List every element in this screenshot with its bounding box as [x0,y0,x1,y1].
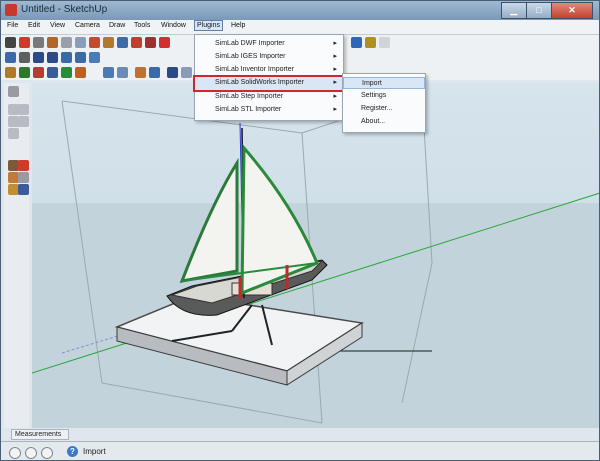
model-viewport[interactable] [32,83,599,428]
palette-arc-icon[interactable] [18,172,29,183]
left-tool-palette [4,83,29,428]
3d-text-tool-icon[interactable] [61,67,72,78]
menu-item-solidworks-importer[interactable]: SimLab SolidWorks Importer ▸ [193,75,345,92]
arc-tool-icon[interactable] [61,37,72,48]
menu-bar: File Edit View Camera Draw Tools Window … [1,20,599,35]
status-text: Import [83,447,106,456]
tape-tool-icon[interactable] [103,37,114,48]
menu-window[interactable]: Window [159,21,188,30]
scene-canvas [32,92,599,428]
previous-view-icon[interactable] [75,52,86,63]
left-view-icon[interactable] [181,67,192,78]
right-view-icon[interactable] [149,67,160,78]
submenu-about[interactable]: About... [343,116,425,128]
menu-item-iges-importer[interactable]: SimLab IGES Importer ▸ [195,51,343,64]
rotate-tool-icon[interactable] [159,37,170,48]
palette-freehand-icon[interactable] [18,184,29,195]
geo-location-icon[interactable] [9,447,21,459]
circle-tool-icon[interactable] [47,37,58,48]
share-icon[interactable] [379,37,390,48]
zoom-window-icon[interactable] [47,52,58,63]
text-tool-icon[interactable] [33,67,44,78]
back-view-icon[interactable] [167,67,178,78]
solidworks-submenu: Import Settings Register... About... [342,73,426,133]
palette-tape-icon[interactable] [18,116,29,127]
next-view-icon[interactable] [89,52,100,63]
submenu-register[interactable]: Register... [343,103,425,115]
zoom-tool-icon[interactable] [33,52,44,63]
menu-item-stl-importer[interactable]: SimLab STL Importer ▸ [195,104,343,117]
eraser-tool-icon[interactable] [89,37,100,48]
menu-tools[interactable]: Tools [132,21,152,30]
select-tool-icon[interactable] [5,37,16,48]
move-tool-icon[interactable] [131,37,142,48]
menu-edit[interactable]: Edit [26,21,42,30]
menu-camera[interactable]: Camera [73,21,102,30]
credits-icon[interactable] [25,447,37,459]
menu-draw[interactable]: Draw [107,21,127,30]
submenu-import[interactable]: Import [343,77,425,89]
menu-help[interactable]: Help [229,21,247,30]
submenu-arrow-icon: ▸ [333,66,337,73]
measurements-label: Measurements [11,429,69,440]
iso-view-icon[interactable] [103,67,114,78]
menu-file[interactable]: File [5,21,20,30]
submenu-arrow-icon: ▸ [333,106,337,113]
palette-select-icon[interactable] [8,86,19,97]
pencil-tool-icon[interactable] [19,37,30,48]
minimize-button[interactable]: ▁ [501,2,527,19]
submenu-settings[interactable]: Settings [343,90,425,102]
pushpull-tool-icon[interactable] [145,37,156,48]
submenu-arrow-icon: ▸ [333,53,337,60]
top-view-icon[interactable] [117,67,128,78]
submenu-arrow-icon: ▸ [333,40,337,47]
warehouse-icon[interactable] [351,37,362,48]
user-icon[interactable] [41,447,53,459]
section-plane-icon[interactable] [75,67,86,78]
menu-item-dwf-importer[interactable]: SimLab DWF Importer ▸ [195,38,343,51]
plugins-dropdown: SimLab DWF Importer ▸ SimLab IGES Importe… [193,34,345,121]
rectangle-tool-icon[interactable] [33,37,44,48]
menu-view[interactable]: View [48,21,67,30]
title-bar: Untitled - SketchUp ▁ □ ✕ [1,1,599,20]
submenu-arrow-icon: ▸ [333,93,337,100]
status-bar: ? Import [1,441,599,460]
window-title: Untitled - SketchUp [21,4,108,15]
sketchup-app-icon [5,4,17,16]
menu-item-step-importer[interactable]: SimLab Step Importer ▸ [195,91,343,104]
component-icon[interactable] [365,37,376,48]
help-icon[interactable]: ? [67,446,78,457]
submenu-arrow-icon: ▸ [333,79,337,86]
maximize-button[interactable]: □ [526,2,552,19]
palette-pencil-icon[interactable] [18,160,29,171]
menu-item-inventor-importer[interactable]: SimLab Inventor Importer ▸ [195,64,343,77]
paint-tool-icon[interactable] [117,37,128,48]
polygon-tool-icon[interactable] [75,37,86,48]
axes-tool-icon[interactable] [47,67,58,78]
palette-orbit-icon[interactable] [8,128,19,139]
zoom-extents-icon[interactable] [61,52,72,63]
palette-paint-icon[interactable] [18,104,29,115]
protractor-tool-icon[interactable] [19,67,30,78]
front-view-icon[interactable] [135,67,146,78]
close-button[interactable]: ✕ [551,2,593,19]
sketchup-window: Untitled - SketchUp ▁ □ ✕ File Edit View… [0,0,600,461]
orbit-tool-icon[interactable] [5,52,16,63]
menu-plugins[interactable]: Plugins [194,20,223,31]
pan-tool-icon[interactable] [19,52,30,63]
dimension-tool-icon[interactable] [5,67,16,78]
